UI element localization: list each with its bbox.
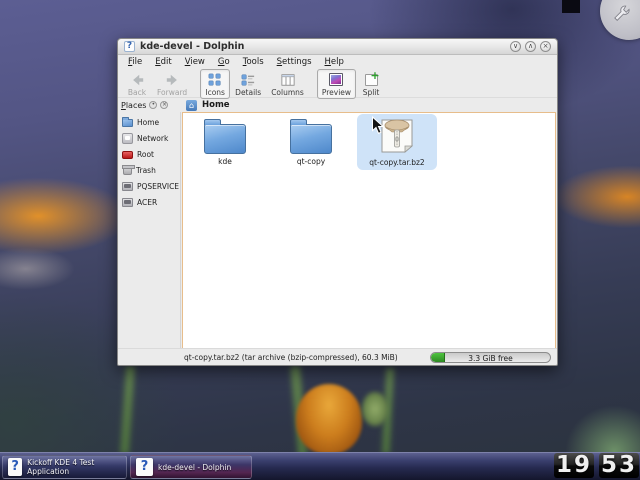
panel-close-button[interactable]: × (160, 101, 168, 109)
taskbar: ? Kickoff KDE 4 Test Application ? kde-d… (0, 452, 640, 480)
place-root[interactable]: Root (118, 146, 180, 162)
network-icon (122, 133, 133, 144)
place-trash[interactable]: Trash (118, 162, 180, 178)
split-button[interactable]: Split (356, 69, 386, 99)
file-item-qt-copy[interactable]: qt-copy (271, 114, 351, 166)
home-icon: ⌂ (186, 100, 197, 111)
breadcrumb: ⌂ Home (182, 98, 555, 112)
menu-edit[interactable]: Edit (155, 57, 171, 67)
preview-icon (328, 72, 344, 87)
root-drive-icon (122, 151, 133, 159)
digital-clock[interactable]: 19 53 (554, 453, 639, 478)
menu-tools[interactable]: Tools (243, 57, 264, 67)
forward-button[interactable]: Forward (152, 69, 192, 99)
folder-icon (290, 124, 332, 154)
folder-home-icon (122, 119, 133, 127)
place-home[interactable]: Home (118, 114, 180, 130)
place-pqservice[interactable]: PQSERVICE (118, 178, 180, 194)
places-panel-header: Places • × (118, 98, 181, 112)
hard-drive-icon (122, 182, 133, 191)
trash-icon (123, 166, 132, 175)
icons-view-button[interactable]: Icons (200, 69, 230, 99)
wallpaper-flower-bud (296, 384, 362, 454)
columns-view-button[interactable]: Columns (266, 69, 309, 99)
hard-drive-icon (122, 198, 133, 207)
wallpaper-stem (382, 368, 394, 454)
status-info: qt-copy.tar.bz2 (tar archive (bzip-compr… (184, 353, 398, 362)
split-icon (363, 72, 379, 87)
maximize-button[interactable]: ∧ (525, 41, 536, 52)
question-mark-icon: ? (136, 458, 153, 476)
places-panel-title: Places (121, 101, 146, 110)
breadcrumb-home[interactable]: Home (202, 100, 230, 110)
wallpaper-green-bud (362, 392, 388, 426)
task-dolphin[interactable]: ? kde-devel - Dolphin (130, 455, 252, 479)
menu-go[interactable]: Go (218, 57, 230, 67)
close-button[interactable]: × (540, 41, 551, 52)
question-mark-icon: ? (8, 458, 22, 476)
toolbar: Back Forward Icons (118, 68, 557, 98)
forward-arrow-icon (164, 72, 180, 87)
free-space-label: 3.3 GiB free (431, 354, 550, 363)
titlebar[interactable]: ? kde-devel - Dolphin ∨ ∧ × (118, 39, 557, 55)
dolphin-window: ? kde-devel - Dolphin ∨ ∧ × File Edit Vi… (117, 38, 558, 366)
menu-file[interactable]: File (128, 57, 142, 67)
desktop: ? kde-devel - Dolphin ∨ ∧ × File Edit Vi… (0, 0, 640, 480)
place-acer[interactable]: ACER (118, 194, 180, 210)
back-arrow-icon (129, 72, 145, 87)
clock-minutes: 53 (599, 453, 639, 478)
places-panel: Home Network Root Trash PQSERVICE ACER (118, 112, 181, 348)
preview-button[interactable]: Preview (317, 69, 356, 99)
window-icon: ? (124, 41, 135, 52)
wrench-icon (611, 4, 630, 23)
wallpaper-stem (290, 366, 308, 457)
menu-settings[interactable]: Settings (277, 57, 312, 67)
columns-view-icon (280, 72, 296, 87)
place-network[interactable]: Network (118, 130, 180, 146)
wallpaper-dark-patch (562, 0, 580, 13)
plasma-cashew[interactable] (600, 0, 640, 40)
details-view-button[interactable]: Details (230, 69, 266, 99)
menu-help[interactable]: Help (325, 57, 344, 67)
menubar: File Edit View Go Tools Settings Help (118, 55, 557, 68)
window-title: kde-devel - Dolphin (140, 41, 244, 52)
file-item-kde[interactable]: kde (185, 114, 265, 166)
free-space-bar: 3.3 GiB free (430, 352, 551, 363)
file-item-qt-copy-archive[interactable]: qt-copy.tar.bz2 (357, 114, 437, 170)
menu-view[interactable]: View (185, 57, 205, 67)
task-kickoff[interactable]: ? Kickoff KDE 4 Test Application (2, 455, 127, 479)
minimize-button[interactable]: ∨ (510, 41, 521, 52)
file-view[interactable]: kde qt-copy qt-c (182, 112, 556, 350)
back-button[interactable]: Back (122, 69, 152, 99)
panel-float-button[interactable]: • (149, 101, 157, 109)
statusbar: qt-copy.tar.bz2 (tar archive (bzip-compr… (118, 348, 557, 365)
icons-view-icon (207, 72, 223, 87)
mouse-cursor (371, 116, 384, 135)
details-view-icon (240, 72, 256, 87)
folder-icon (204, 124, 246, 154)
clock-hours: 19 (554, 453, 594, 478)
wallpaper-stem (120, 366, 135, 454)
